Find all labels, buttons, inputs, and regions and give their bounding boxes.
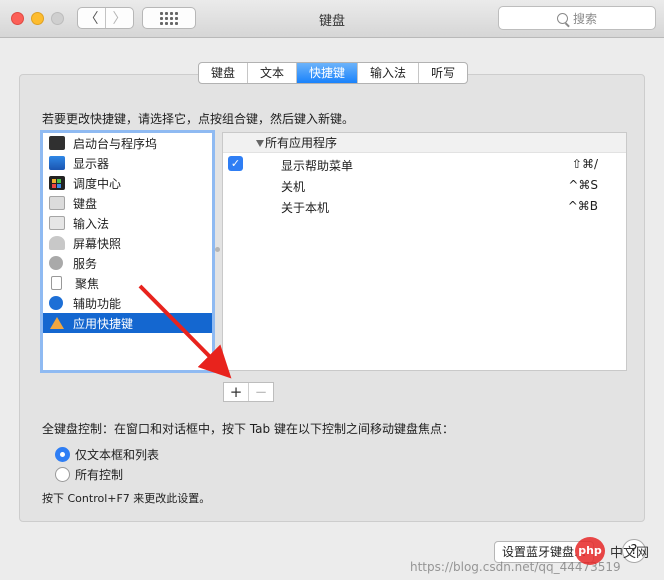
tab-text[interactable]: 文本	[248, 63, 298, 83]
shortcut-label: 显示帮助菜单	[281, 159, 354, 173]
full-keyboard-access-label: 全键盘控制：在窗口和对话框中，按下 Tab 键在以下控制之间移动键盘焦点：	[42, 422, 454, 436]
zoom-window-button[interactable]	[51, 12, 64, 25]
show-all-button[interactable]	[142, 7, 196, 29]
category-item-accessibility[interactable]: 辅助功能	[43, 293, 212, 313]
tab-shortcuts[interactable]: 快捷键	[297, 63, 359, 83]
category-item-display[interactable]: 显示器	[43, 153, 212, 173]
category-label: 辅助功能	[73, 296, 122, 311]
mission-control-icon	[49, 176, 65, 190]
minimize-window-button[interactable]	[31, 12, 44, 25]
tab-bar: 键盘 文本 快捷键 输入法 听写	[198, 62, 469, 84]
add-shortcut-button[interactable]: +	[224, 383, 249, 401]
category-label: 服务	[73, 256, 98, 271]
radio-text-boxes-and-lists[interactable]: 仅文本框和列表	[55, 445, 159, 463]
shortcut-row[interactable]: 关机 ^⌘S	[223, 174, 626, 195]
chevron-left-icon: 〈	[84, 11, 99, 27]
split-view-handle[interactable]	[215, 247, 220, 252]
add-remove-buttons: + −	[223, 382, 274, 402]
forward-button[interactable]: 〉	[106, 8, 133, 28]
category-list: 启动台与程序坞 显示器 调度中心 键盘 输入法 屏幕快照 服务 聚焦 辅助功能 …	[40, 130, 215, 373]
category-item-input-sources[interactable]: 输入法	[43, 213, 212, 233]
control-f7-note: 按下 Control+F7 来更改此设置。	[42, 492, 211, 505]
navigation-buttons: 〈 〉	[77, 7, 134, 29]
category-label: 启动台与程序坞	[73, 136, 158, 151]
category-label: 输入法	[73, 216, 110, 231]
search-placeholder: 搜索	[572, 11, 597, 26]
grid-icon	[160, 11, 178, 25]
category-label: 调度中心	[73, 176, 122, 191]
category-item-mission-control[interactable]: 调度中心	[43, 173, 212, 193]
shortcut-key[interactable]: ^⌘S	[568, 178, 598, 192]
shortcut-list: 所有应用程序 ✓ 显示帮助菜单 ⇧⌘/ 关机 ^⌘S 关于本机 ^⌘B	[222, 132, 627, 371]
shortcut-row[interactable]: 关于本机 ^⌘B	[223, 195, 626, 216]
watermark-logo: php	[575, 537, 605, 565]
chevron-right-icon: 〉	[112, 11, 127, 27]
close-window-button[interactable]	[11, 12, 24, 25]
radio-dot[interactable]	[55, 466, 70, 482]
shortcut-label: 关于本机	[281, 201, 330, 215]
category-label: 显示器	[73, 156, 110, 171]
radio-label: 仅文本框和列表	[75, 447, 160, 462]
app-store-icon	[49, 316, 65, 330]
accessibility-icon	[49, 296, 63, 310]
category-label: 聚焦	[75, 276, 100, 291]
category-item-keyboard[interactable]: 键盘	[43, 193, 212, 213]
search-field[interactable]: 搜索	[498, 6, 656, 30]
spotlight-icon	[51, 276, 62, 290]
category-item-services[interactable]: 服务	[43, 253, 212, 273]
screenshot-icon	[49, 236, 65, 250]
launchpad-icon	[49, 136, 65, 150]
radio-all-controls[interactable]: 所有控制	[55, 465, 123, 483]
radio-label: 所有控制	[75, 467, 124, 482]
disclosure-triangle-icon[interactable]	[256, 140, 264, 147]
tab-input-sources[interactable]: 输入法	[358, 63, 420, 83]
tab-dictation[interactable]: 听写	[419, 63, 467, 83]
radio-dot[interactable]	[55, 446, 70, 462]
shortcut-row[interactable]: ✓ 显示帮助菜单 ⇧⌘/	[223, 153, 626, 174]
shortcut-checkbox[interactable]: ✓	[228, 156, 243, 171]
category-label: 应用快捷键	[73, 316, 134, 331]
category-item-screenshots[interactable]: 屏幕快照	[43, 233, 212, 253]
category-label: 键盘	[73, 196, 98, 211]
keyboard-icon	[49, 196, 65, 210]
shortcut-group-label: 所有应用程序	[265, 136, 338, 150]
title-bar: 〈 〉 键盘 搜索	[0, 0, 664, 38]
tab-keyboard[interactable]: 键盘	[199, 63, 249, 83]
shortcut-key[interactable]: ⇧⌘/	[572, 157, 598, 171]
category-item-launchpad[interactable]: 启动台与程序坞	[43, 133, 212, 153]
category-label: 屏幕快照	[73, 236, 122, 251]
search-icon	[556, 12, 568, 24]
category-item-spotlight[interactable]: 聚焦	[43, 273, 212, 293]
back-button[interactable]: 〈	[78, 8, 106, 28]
shortcut-key[interactable]: ^⌘B	[568, 199, 598, 213]
shortcut-label: 关机	[281, 180, 306, 194]
input-source-icon	[49, 216, 65, 230]
gear-icon	[49, 256, 63, 270]
remove-shortcut-button[interactable]: −	[249, 383, 273, 401]
display-icon	[49, 156, 65, 170]
category-item-app-shortcuts[interactable]: 应用快捷键	[43, 313, 212, 333]
shortcut-group-row[interactable]: 所有应用程序	[223, 133, 626, 153]
instruction-text: 若要更改快捷键，请选择它，点按组合键，然后键入新键。	[42, 112, 355, 126]
watermark-text: 中文网	[610, 546, 650, 561]
